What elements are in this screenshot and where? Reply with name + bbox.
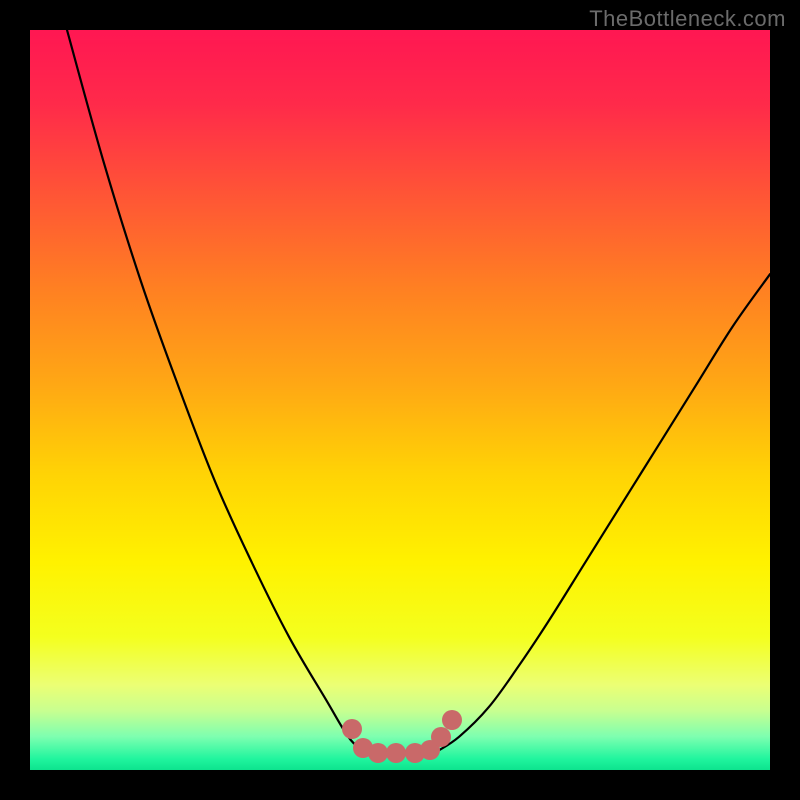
plot-area [30,30,770,770]
left-curve [67,30,363,752]
right-curve [437,274,770,751]
watermark-text: TheBottleneck.com [589,6,786,32]
chart-frame: TheBottleneck.com [0,0,800,800]
curve-layer [30,30,770,770]
